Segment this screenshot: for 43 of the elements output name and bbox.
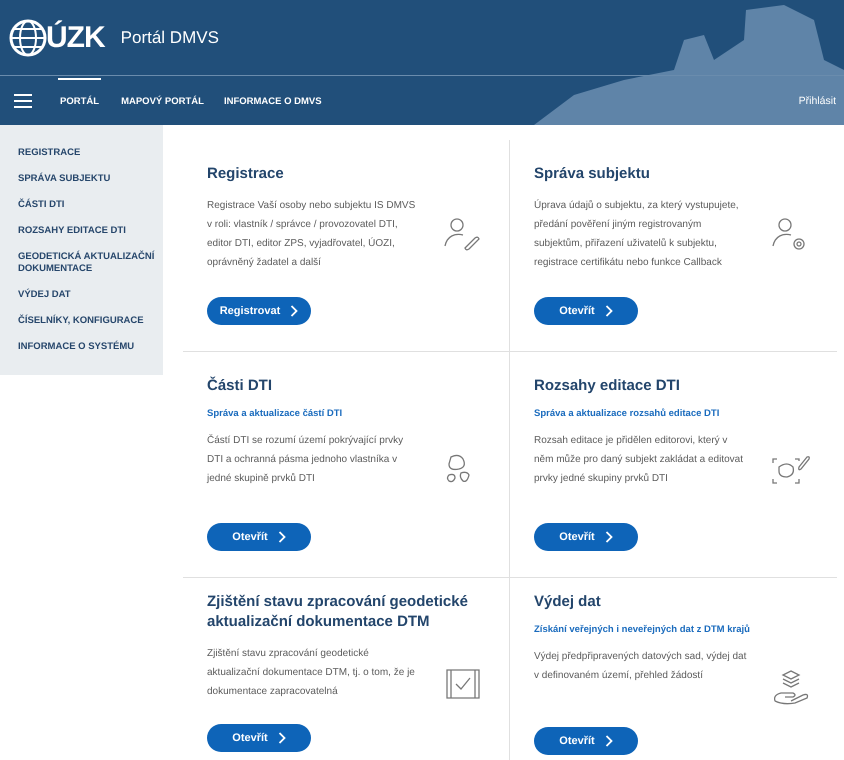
sidebar-item[interactable]: ROZSAHY EDITACE DTI: [18, 219, 163, 245]
card-title: Části DTI: [207, 376, 274, 396]
logo-text: ÚZK: [46, 20, 105, 54]
nav-tab[interactable]: PORTÁL: [58, 78, 102, 121]
sidebar-item[interactable]: INFORMACE O SYSTÉMU: [18, 335, 163, 361]
card-title: Zjištění stavu zpracování geodetické aktualizační dokumentace DTM: [207, 592, 469, 632]
sidebar-item[interactable]: GEODETICKÁ AKTUALIZAČNÍ DOKUMENTACE: [18, 245, 163, 283]
app-title: Portál DMVS: [120, 28, 219, 48]
card-subtitle: Správa a aktualizace rozsahů editace DTI: [534, 408, 720, 419]
menu-icon[interactable]: [14, 94, 32, 108]
sidebar-item[interactable]: SPRÁVA SUBJEKTU: [18, 167, 163, 193]
open-button[interactable]: Otevřít: [534, 727, 638, 755]
chevron-icon: [278, 531, 286, 543]
globe-logo-icon: [8, 18, 48, 58]
chevron-icon: [604, 531, 613, 543]
card-description: Částí DTI se rozumí území pokrývající prvky DTI a ochranná pásma jednoho vlastníka v jedné skupině prvků DTI: [207, 433, 404, 486]
card-description: Rozsah editace je přidělen editorovi, který v něm může pro daný subjekt zakládat a editovat prvky jedné skupiny prvků DTI: [534, 434, 744, 486]
login-link[interactable]: Přihlásit: [798, 94, 836, 106]
card-title: Správa subjektu: [534, 164, 651, 184]
open-button[interactable]: Otevřít: [207, 523, 311, 551]
chevron-icon: [278, 732, 286, 744]
card-title: Registrace: [207, 164, 285, 184]
open-button[interactable]: Registrovat: [207, 297, 311, 325]
card-title: Výdej dat: [534, 592, 602, 612]
card-description: Úprava údajů o subjektu, za který vystupujete, předání pověření jiným registrovaným subjektům, přiřazení uživatelů k subjektu, registrace certifikátu nebo funkce Callback: [534, 198, 740, 270]
card-subtitle: Získání veřejných i neveřejných dat z DTM krajů: [534, 624, 751, 635]
chevron-icon: [604, 735, 613, 747]
open-button[interactable]: Otevřít: [534, 297, 638, 325]
chevron-icon: [290, 305, 298, 317]
sidebar-item[interactable]: ČÁSTI DTI: [18, 193, 163, 219]
chevron-icon: [604, 305, 613, 317]
nav-tab[interactable]: MAPOVÝ PORTÁL: [121, 78, 204, 121]
sidebar-item[interactable]: VÝDEJ DAT: [18, 283, 163, 309]
sidebar-item[interactable]: REGISTRACE: [18, 141, 163, 167]
nav-tab[interactable]: INFORMACE O DMVS: [224, 78, 322, 121]
card-description: Registrace Vaší osoby nebo subjektu IS DMVS v roli: vlastník / správce / provozovatel DTI, editor DTI, editor ZPS, vyjadřovatel, ÚOZI, oprávněný žadatel a další: [207, 199, 416, 270]
open-button[interactable]: Otevřít: [534, 523, 638, 551]
card-description: Výdej předpřipravených datových sad, výdej dat v definovaném území, přehled žádostí: [534, 650, 747, 683]
card-title: Rozsahy editace DTI: [534, 376, 681, 396]
sidebar-item[interactable]: ČÍSELNÍKY, KONFIGURACE: [18, 309, 163, 335]
card-subtitle: Správa a aktualizace částí DTI: [207, 408, 344, 419]
open-button[interactable]: Otevřít: [207, 724, 311, 752]
card-description: Zjištění stavu zpracování geodetické aktualizační dokumentace DTM, tj. o tom, že je dokumentace zapracovatelná: [207, 647, 416, 699]
